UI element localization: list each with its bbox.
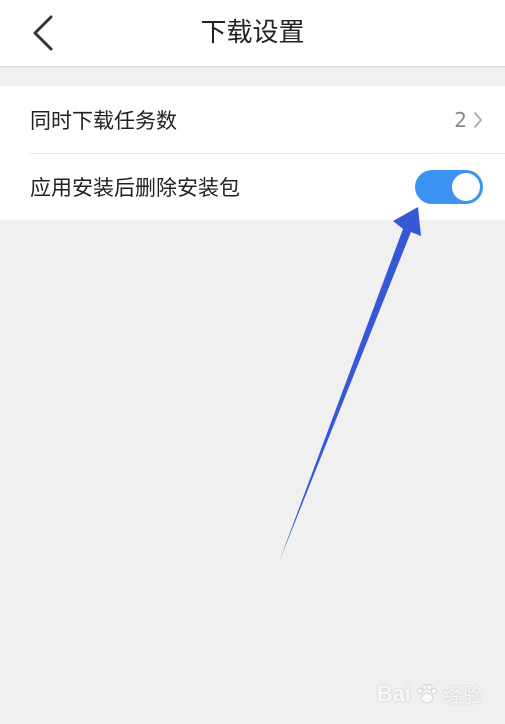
delete-package-toggle[interactable] — [415, 169, 483, 204]
screen: 下载设置 同时下载任务数 2 应用安装后删除安装包 Bai 经验 — [0, 0, 505, 724]
top-bar: 下载设置 — [0, 0, 505, 67]
setting-row-delete-package: 应用安装后删除安装包 — [0, 153, 505, 220]
chevron-right-icon — [473, 111, 483, 129]
page-title: 下载设置 — [200, 18, 305, 48]
setting-row-concurrent-downloads[interactable]: 同时下载任务数 2 — [0, 86, 505, 153]
watermark: Bai 经验 — [377, 679, 483, 708]
setting-label-delete-package: 应用安装后删除安装包 — [30, 175, 240, 200]
watermark-suffix: 经验 — [443, 683, 483, 707]
paw-icon — [417, 683, 437, 703]
back-button[interactable] — [20, 10, 66, 56]
toggle-knob — [452, 172, 480, 201]
settings-list: 同时下载任务数 2 应用安装后删除安装包 — [0, 86, 505, 220]
setting-label-concurrent-downloads: 同时下载任务数 — [30, 108, 177, 133]
setting-value-concurrent-downloads: 2 — [454, 107, 467, 132]
chevron-left-icon — [33, 15, 53, 51]
watermark-brand: Bai — [376, 680, 411, 706]
